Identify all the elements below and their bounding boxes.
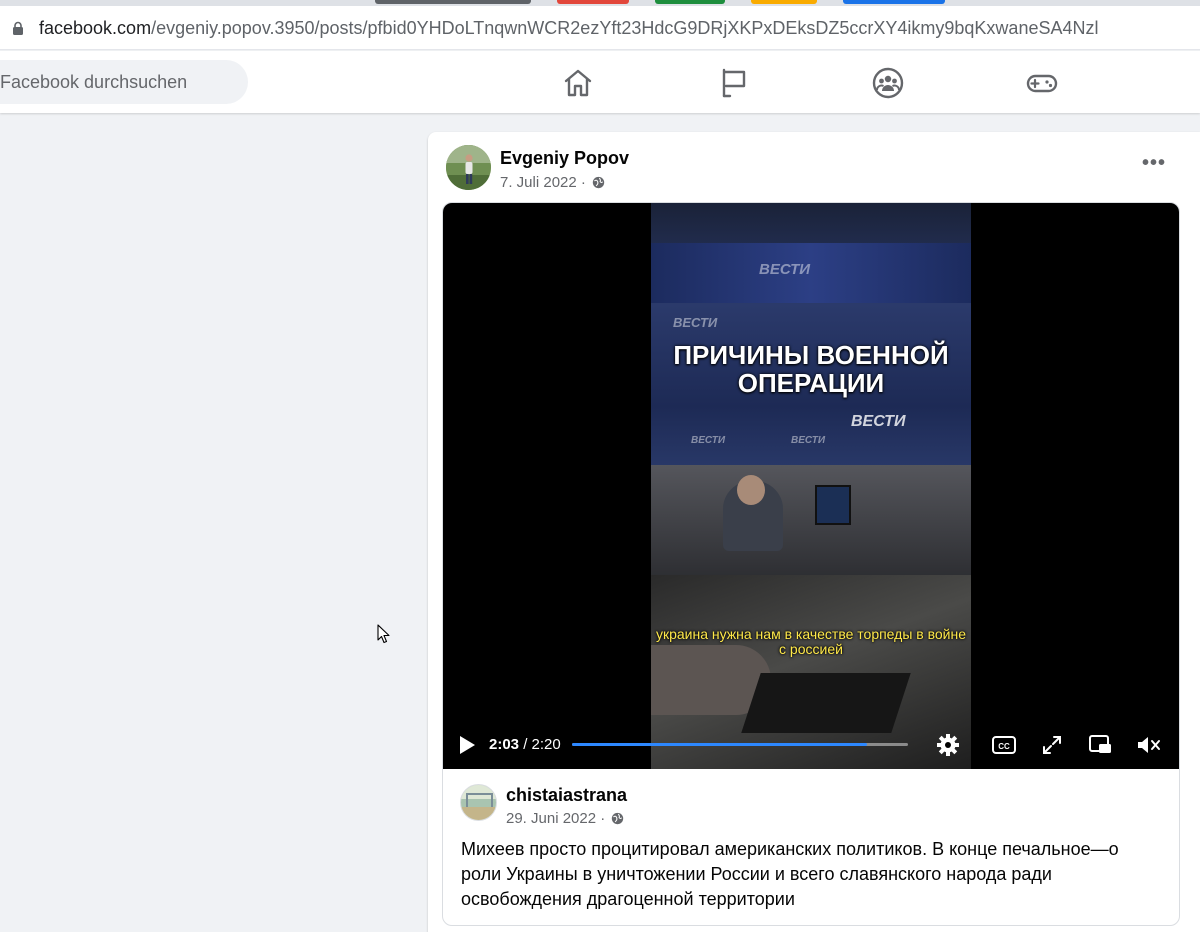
url-text[interactable]: facebook.com/evgeniy.popov.3950/posts/pf…: [39, 17, 1099, 39]
play-icon[interactable]: [458, 735, 476, 755]
shared-author-name[interactable]: chistaiastrana: [506, 784, 627, 806]
svg-text:CC: CC: [998, 742, 1010, 751]
home-icon[interactable]: [561, 66, 595, 100]
tab-indicator[interactable]: [375, 0, 531, 4]
shared-post-date[interactable]: 29. Juni 2022: [506, 810, 596, 827]
author-avatar[interactable]: [446, 145, 491, 190]
globe-icon[interactable]: [592, 176, 605, 189]
tab-indicator[interactable]: [655, 0, 725, 4]
studio-wall: [651, 243, 971, 303]
more-options-button[interactable]: •••: [1136, 150, 1172, 182]
studio-logo: ВЕСТИ: [791, 435, 826, 446]
tab-indicator[interactable]: [751, 0, 817, 4]
video-subtitle: украина нужна нам в качестве торпеды в в…: [655, 626, 967, 657]
settings-icon[interactable]: [934, 732, 962, 758]
video-player[interactable]: ВЕСТИ ВЕСТИ ВЕСТИ ВЕСТИ ВЕСТИ ПРИЧИНЫ ВО…: [443, 203, 1179, 769]
captions-icon[interactable]: CC: [990, 732, 1018, 758]
meta-separator: ·: [580, 174, 586, 191]
gaming-icon[interactable]: [1025, 66, 1059, 100]
tab-indicator[interactable]: [557, 0, 629, 4]
post-author-name[interactable]: Evgeniy Popov: [500, 147, 629, 169]
video-title-overlay: ПРИЧИНЫ ВОЕННОЙ ОПЕРАЦИИ: [673, 340, 949, 398]
mouse-pointer-icon: [377, 624, 390, 644]
globe-icon[interactable]: [611, 812, 624, 825]
post-date[interactable]: 7. Juli 2022: [500, 174, 577, 191]
groups-icon[interactable]: [871, 66, 905, 100]
duration: 2:20: [531, 736, 561, 753]
post-card: Evgeniy Popov 7. Juli 2022 · ••• ВЕСТИ В…: [428, 132, 1200, 932]
address-bar[interactable]: facebook.com/evgeniy.popov.3950/posts/pf…: [0, 6, 1200, 50]
shared-author-avatar[interactable]: [460, 784, 497, 821]
url-path: /evgeniy.popov.3950/posts/pfbid0YHDoLTnq…: [151, 18, 1099, 38]
flag-icon[interactable]: [717, 66, 751, 100]
picture-in-picture-icon[interactable]: [1086, 732, 1114, 758]
lock-icon[interactable]: [11, 21, 25, 35]
shared-post-text: Михеев просто процитировал американских …: [461, 839, 1119, 909]
current-time: 2:03: [489, 736, 520, 753]
studio-logo: ВЕСТИ: [691, 435, 726, 446]
shared-post: ВЕСТИ ВЕСТИ ВЕСТИ ВЕСТИ ВЕСТИ ПРИЧИНЫ ВО…: [442, 202, 1180, 926]
fullscreen-icon[interactable]: [1038, 732, 1066, 758]
muted-icon[interactable]: [1134, 732, 1162, 758]
presenter-head: [737, 475, 765, 505]
video-time: 2:03 / 2:20: [489, 736, 561, 753]
progress-fill: [572, 743, 868, 746]
studio-logo: ВЕСТИ: [851, 413, 906, 430]
facebook-top-bar: Facebook durchsuchen: [0, 51, 1200, 113]
studio-logo: ВЕСТИ: [673, 315, 718, 330]
search-field[interactable]: Facebook durchsuchen: [0, 60, 248, 104]
studio-logo: ВЕСТИ: [759, 261, 811, 278]
search-input[interactable]: Facebook durchsuchen: [0, 72, 187, 92]
post-meta: 7. Juli 2022 ·: [500, 174, 605, 192]
video-controls: 2:03 / 2:20 CC: [443, 723, 1179, 769]
url-host: facebook.com: [39, 18, 152, 38]
studio-desk: [651, 465, 971, 575]
progress-bar[interactable]: [572, 743, 908, 746]
meta-separator: ·: [600, 810, 606, 827]
video-frame: ВЕСТИ ВЕСТИ ВЕСТИ ВЕСТИ ВЕСТИ: [651, 203, 971, 769]
tab-indicator[interactable]: [843, 0, 945, 4]
shared-post-meta: 29. Juni 2022 ·: [506, 810, 624, 828]
studio-monitor: [815, 485, 851, 525]
